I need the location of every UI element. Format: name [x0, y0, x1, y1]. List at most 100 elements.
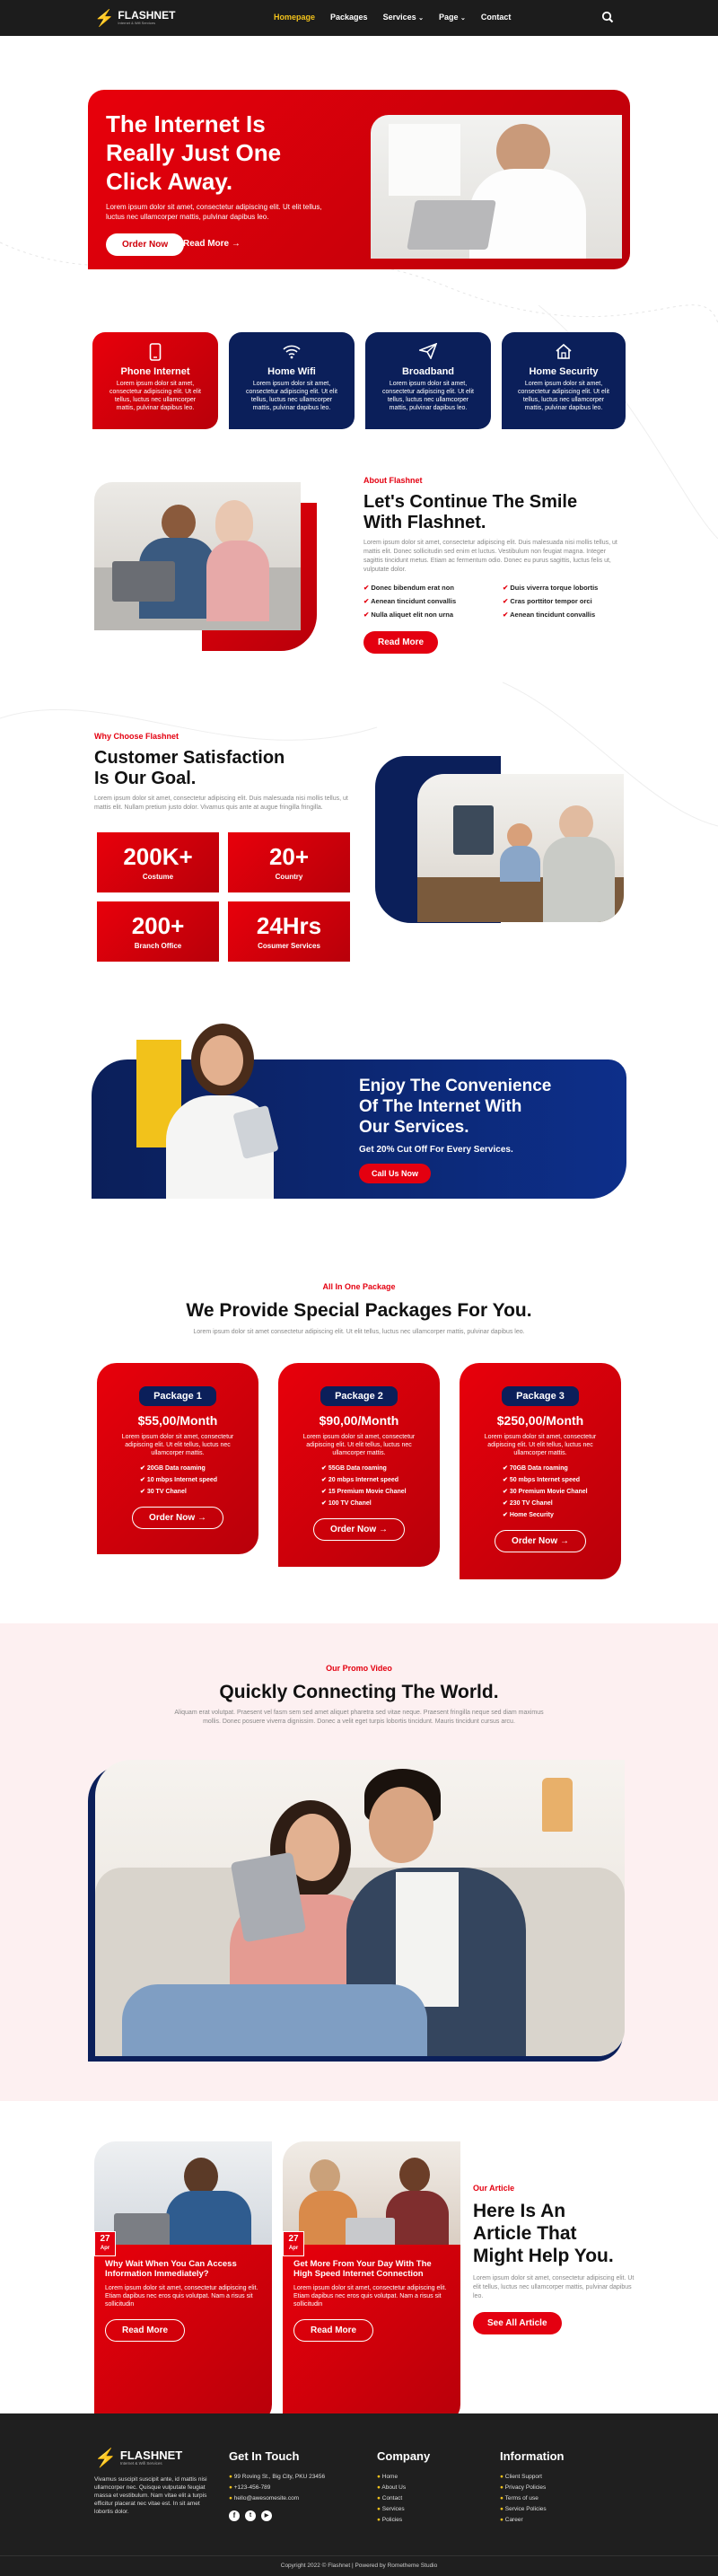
articles-title-line: Here Is An: [473, 2201, 566, 2221]
footer-link-label: Terms of use: [504, 2495, 538, 2501]
nav-page[interactable]: Page ⌄: [439, 13, 466, 22]
packages-text: Lorem ipsum dolor sit amet consectetur a…: [193, 1329, 525, 1335]
cta-title-line: Enjoy The Convenience: [359, 1077, 552, 1095]
twitter-icon[interactable]: t: [245, 2510, 256, 2521]
package-order-button[interactable]: Order Now →: [132, 1507, 223, 1529]
check-icon: ✔: [503, 584, 509, 592]
service-item: Broadband Lorem ipsum dolor sit amet, co…: [365, 343, 491, 412]
package-text: Lorem ipsum dolor sit amet, consectetur …: [484, 1434, 597, 1456]
feature-label: 30 TV Chanel: [146, 1489, 187, 1495]
footer-link[interactable]: ● About Us: [377, 2484, 485, 2491]
nav-menu: Homepage Packages Services ⌄ Page ⌄ Cont…: [274, 13, 511, 22]
footer-link[interactable]: ● Contact: [377, 2495, 485, 2501]
order-now-button[interactable]: Order Now: [106, 233, 185, 256]
package-order-button[interactable]: Order Now →: [495, 1530, 586, 1552]
footer-link-label: Services: [381, 2506, 405, 2512]
article-card-1[interactable]: Why Wait When You Can Access Information…: [94, 2141, 272, 2424]
phone-icon: ●: [229, 2484, 232, 2491]
stats-grid: 200K+ Costume 20+ Country 200+ Branch Of…: [97, 832, 352, 963]
read-more-label: Read More: [183, 239, 230, 249]
check-icon: ✔: [503, 1465, 508, 1472]
nav-contact[interactable]: Contact: [481, 13, 512, 22]
about-title-line: With Flashnet.: [363, 513, 486, 532]
copyright: Copyright 2022 © Flashnet | Powered by R…: [280, 2563, 438, 2569]
feature-item: ✔ 10 mbps Internet speed: [140, 1474, 258, 1486]
footer-email[interactable]: ● hello@awesomesite.com: [229, 2495, 363, 2501]
package-order-button[interactable]: Order Now →: [313, 1518, 405, 1541]
article-title[interactable]: Why Wait When You Can Access Information…: [105, 2259, 261, 2279]
package-card-2[interactable]: Package 2 $90,00/Month Lorem ipsum dolor…: [278, 1363, 440, 1567]
hero-title-line: Really Just One: [106, 139, 282, 166]
feature-item: ✔ 55GB Data roaming: [321, 1463, 440, 1474]
footer-link[interactable]: ● Client Support: [500, 2474, 617, 2480]
article-text: Lorem ipsum dolor sit amet, consectetur …: [105, 2285, 258, 2308]
video-title: Quickly Connecting The World.: [219, 1682, 499, 1702]
footer-link[interactable]: ● Service Policies: [500, 2506, 617, 2512]
check-icon: ✔: [503, 1477, 508, 1483]
about-photo-laptop: [112, 561, 175, 602]
footer-brand[interactable]: ⚡ FLASHNET Internet & Wifi Services: [94, 2447, 182, 2469]
phone-text: +123-456-789: [233, 2484, 271, 2491]
read-more-link[interactable]: Read More →: [183, 239, 241, 249]
send-icon: [365, 343, 491, 361]
check-icon: ✔: [503, 1500, 508, 1507]
feature-item: ✔ 230 TV Chanel: [503, 1498, 621, 1509]
footer-link[interactable]: ● Services: [377, 2506, 485, 2512]
article-card-2[interactable]: Get More From Your Day With The High Spe…: [283, 2141, 460, 2424]
about-read-more-button[interactable]: Read More: [363, 631, 439, 654]
facebook-icon[interactable]: f: [229, 2510, 240, 2521]
footer-touch: Get In Touch ● 99 Roving St., Big City, …: [229, 2449, 363, 2521]
bullet-icon: ●: [377, 2484, 381, 2491]
check-icon: ✔: [363, 611, 370, 619]
package-name: Package 1: [139, 1386, 216, 1406]
nav-packages[interactable]: Packages: [330, 13, 368, 22]
check-icon: ✔: [503, 1512, 508, 1518]
order-label: Order Now: [330, 1525, 377, 1534]
footer-link[interactable]: ● Terms of use: [500, 2495, 617, 2501]
nav-services[interactable]: Services ⌄: [383, 13, 424, 22]
cta-title: Enjoy The Convenience Of The Internet Wi…: [359, 1076, 619, 1138]
feature-item: ✔ 15 Premium Movie Chanel: [321, 1486, 440, 1498]
articles-text: Lorem ipsum dolor sit amet, consectetur …: [473, 2275, 635, 2299]
feature-item: ✔ 70GB Data roaming: [503, 1463, 621, 1474]
package-name: Package 2: [320, 1386, 398, 1406]
nav-homepage[interactable]: Homepage: [274, 13, 315, 22]
call-us-button[interactable]: Call Us Now: [359, 1164, 432, 1183]
video-player[interactable]: [95, 1760, 625, 2056]
article-read-more-button[interactable]: Read More: [293, 2319, 374, 2342]
articles-title-line: Might Help You.: [473, 2246, 614, 2266]
youtube-icon[interactable]: ▶: [261, 2510, 272, 2521]
footer-link[interactable]: ● Career: [500, 2517, 617, 2523]
footer-company: Company ● Home ● About Us ● Contact ● Se…: [377, 2449, 485, 2523]
packages-kicker: All In One Package: [322, 1282, 396, 1291]
footer-about-text: Vivamus suscipit suscipit ante, id matti…: [94, 2476, 207, 2515]
stat-card: 24Hrs Cosumer Services: [228, 901, 350, 962]
brand-logo[interactable]: ⚡ FLASHNET Internet & Wifi Services: [94, 9, 175, 27]
footer-link-label: Policies: [381, 2517, 403, 2523]
stat-card: 20+ Country: [228, 832, 350, 892]
footer-phone[interactable]: ● +123-456-789: [229, 2484, 363, 2491]
article-title[interactable]: Get More From Your Day With The High Spe…: [293, 2259, 450, 2279]
package-price: $55,00/Month: [137, 1413, 218, 1428]
see-all-articles-button[interactable]: See All Article: [473, 2312, 562, 2334]
search-icon[interactable]: [601, 11, 614, 23]
hero-photo: [371, 115, 622, 259]
location-icon: ●: [229, 2474, 232, 2480]
checklist-item: ✔ Duis viverra torque lobortis: [503, 584, 624, 592]
footer-link[interactable]: ● Privacy Policies: [500, 2484, 617, 2491]
stat-label: Cosumer Services: [258, 942, 320, 950]
article-read-more-button[interactable]: Read More: [105, 2319, 186, 2342]
date-month: Apr: [288, 2246, 299, 2251]
why-photo-child: [507, 823, 532, 848]
arrow-right-icon: →: [231, 239, 241, 249]
stat-value: 200K+: [123, 843, 193, 870]
footer-link-label: Privacy Policies: [504, 2484, 547, 2491]
why-photo-elder: [559, 805, 593, 841]
feature-label: 20GB Data roaming: [146, 1465, 206, 1472]
package-card-3[interactable]: Package 3 $250,00/Month Lorem ipsum dolo…: [460, 1363, 621, 1579]
checklist-item: ✔ Aenean tincidunt convallis: [363, 597, 485, 605]
footer-link[interactable]: ● Policies: [377, 2517, 485, 2523]
footer-link[interactable]: ● Home: [377, 2474, 485, 2480]
package-card-1[interactable]: Package 1 $55,00/Month Lorem ipsum dolor…: [97, 1363, 258, 1554]
stat-card: 200K+ Costume: [97, 832, 219, 892]
